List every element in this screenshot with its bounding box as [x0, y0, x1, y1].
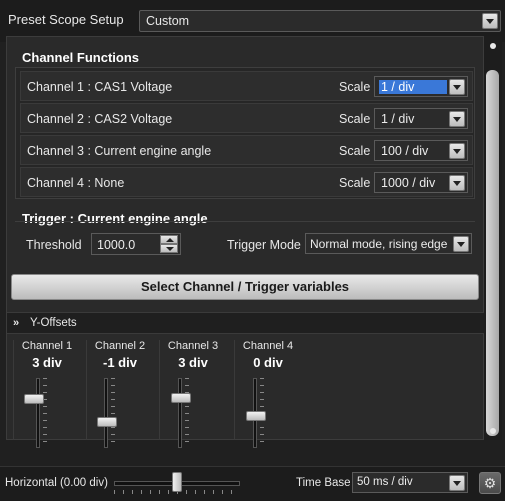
- y-offset-channel-3: Channel 3 3 div: [159, 340, 225, 448]
- trigger-mode-select[interactable]: Normal mode, rising edge: [305, 233, 472, 254]
- scale-value: 100 / div: [381, 144, 429, 158]
- spin-down-icon[interactable]: [160, 244, 178, 253]
- channel-row-4: Channel 4 : None Scale 1000 / div: [20, 167, 473, 197]
- channel-name: Channel 4 : None: [27, 176, 125, 190]
- chevron-down-icon[interactable]: [449, 111, 465, 127]
- y-offset-channel-name: Channel 4: [242, 340, 294, 352]
- threshold-value: 1000.0: [97, 238, 136, 252]
- chevron-down-icon[interactable]: [449, 175, 465, 191]
- y-offset-value: 0 div: [253, 355, 283, 370]
- y-offset-slider-thumb[interactable]: [24, 394, 44, 404]
- y-offset-channel-2: Channel 2 -1 div: [86, 340, 152, 448]
- trigger-mode-value: Normal mode, rising edge: [310, 237, 448, 251]
- scroll-down-dot-icon[interactable]: [490, 428, 496, 434]
- y-offset-slider-track[interactable]: [36, 378, 40, 448]
- channel-3-scale-select[interactable]: 100 / div: [374, 140, 468, 161]
- trigger-mode-label: Trigger Mode: [227, 238, 301, 252]
- y-offset-slider-track[interactable]: [104, 378, 108, 448]
- channel-name: Channel 1 : CAS1 Voltage: [27, 80, 173, 94]
- spin-up-icon[interactable]: [160, 235, 178, 244]
- y-offset-slider-ticks: [111, 378, 115, 448]
- y-offset-slider-thumb[interactable]: [171, 393, 191, 403]
- y-offset-slider-thumb[interactable]: [246, 411, 266, 421]
- channel-name: Channel 3 : Current engine angle: [27, 144, 212, 158]
- channel-name: Channel 2 : CAS2 Voltage: [27, 112, 173, 126]
- chevron-down-icon[interactable]: [453, 236, 469, 252]
- time-base-select[interactable]: 50 ms / div: [352, 472, 468, 493]
- channel-functions-title: Channel Functions: [22, 50, 139, 65]
- y-offset-value: 3 div: [178, 355, 208, 370]
- chevron-down-icon[interactable]: [449, 79, 465, 95]
- threshold-spinbox[interactable]: 1000.0: [91, 233, 181, 255]
- collapse-chevron-icon[interactable]: »: [13, 317, 19, 329]
- preset-select[interactable]: Custom: [139, 10, 501, 32]
- vertical-scrollbar-thumb[interactable]: [486, 70, 499, 436]
- chevron-down-icon[interactable]: [449, 143, 465, 159]
- y-offset-slider-track[interactable]: [178, 378, 182, 448]
- channel-4-scale-select[interactable]: 1000 / div: [374, 172, 468, 193]
- y-offsets-title: Y-Offsets: [30, 317, 77, 329]
- y-offset-channel-name: Channel 1: [21, 340, 73, 352]
- y-offset-channel-1: Channel 1 3 div: [13, 340, 79, 448]
- time-base-label: Time Base: [296, 477, 351, 489]
- y-offset-channel-4: Channel 4 0 div: [234, 340, 300, 448]
- scroll-up-dot-icon[interactable]: [490, 43, 496, 49]
- preset-label: Preset Scope Setup: [8, 12, 124, 27]
- y-offsets-header[interactable]: [7, 312, 484, 334]
- y-offset-slider-ticks: [185, 378, 189, 448]
- threshold-label: Threshold: [26, 238, 82, 252]
- time-base-value: 50 ms / div: [357, 476, 413, 488]
- chevron-down-icon[interactable]: [482, 13, 498, 29]
- y-offset-value: 3 div: [32, 355, 62, 370]
- scale-value: 1 / div: [379, 80, 447, 94]
- scale-label: Scale: [339, 144, 371, 158]
- y-offset-channel-name: Channel 3: [167, 340, 219, 352]
- scale-value: 1 / div: [381, 112, 415, 126]
- channel-row-3: Channel 3 : Current engine angle Scale 1…: [20, 135, 473, 165]
- scale-value: 1000 / div: [381, 176, 436, 190]
- scale-label: Scale: [339, 112, 371, 126]
- channel-row-1: Channel 1 : CAS1 Voltage Scale 1 / div: [20, 71, 473, 101]
- channel-1-scale-select[interactable]: 1 / div: [374, 76, 468, 97]
- scale-label: Scale: [339, 80, 371, 94]
- horizontal-label: Horizontal (0.00 div): [5, 477, 108, 489]
- chevron-down-icon[interactable]: [449, 475, 465, 491]
- channel-row-2: Channel 2 : CAS2 Voltage Scale 1 / div: [20, 103, 473, 133]
- y-offset-slider-ticks: [43, 378, 47, 448]
- horizontal-slider-thumb[interactable]: [172, 472, 182, 492]
- channel-2-scale-select[interactable]: 1 / div: [374, 108, 468, 129]
- select-channel-trigger-button[interactable]: Select Channel / Trigger variables: [11, 274, 479, 300]
- gear-icon[interactable]: ⚙: [479, 472, 501, 494]
- y-offset-value: -1 div: [103, 355, 137, 370]
- y-offset-slider-thumb[interactable]: [97, 417, 117, 427]
- scale-label: Scale: [339, 176, 371, 190]
- y-offset-channel-name: Channel 2: [94, 340, 146, 352]
- preset-value: Custom: [146, 14, 190, 28]
